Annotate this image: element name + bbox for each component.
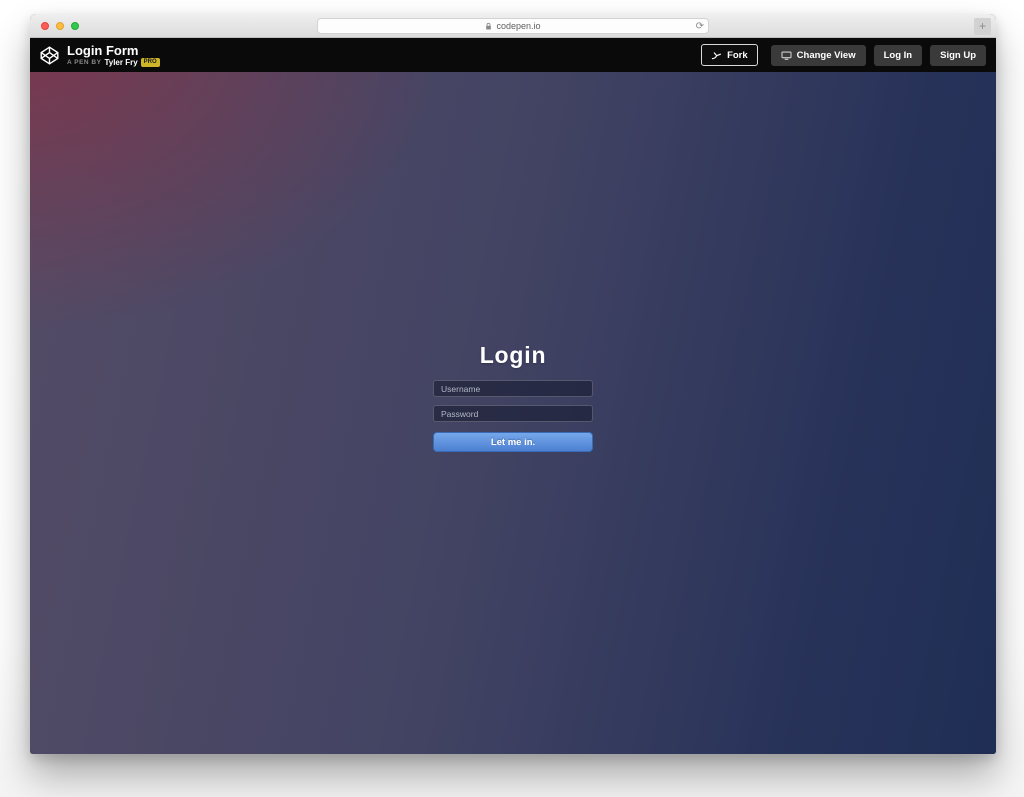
log-in-button[interactable]: Log In — [874, 45, 923, 66]
byline: A PEN BY Tyler Fry PRO — [67, 58, 160, 67]
pen-title: Login Form — [67, 44, 160, 57]
byline-prefix: A PEN BY — [67, 59, 101, 66]
let-me-in-button[interactable]: Let me in. — [433, 432, 593, 452]
codepen-header: Login Form A PEN BY Tyler Fry PRO Fork — [30, 38, 996, 72]
change-view-button[interactable]: Change View — [771, 45, 866, 66]
fork-label: Fork — [727, 51, 748, 60]
pen-identity: Login Form A PEN BY Tyler Fry PRO — [39, 44, 160, 67]
zoom-window-button[interactable] — [71, 22, 79, 30]
pen-result-stage: Login Let me in. — [30, 72, 996, 754]
change-view-label: Change View — [797, 51, 856, 60]
log-in-label: Log In — [884, 51, 913, 60]
address-bar[interactable]: codepen.io ⟳ — [317, 18, 709, 34]
new-tab-button[interactable]: + — [974, 18, 991, 35]
fork-button[interactable]: Fork — [701, 44, 758, 66]
minimize-window-button[interactable] — [56, 22, 64, 30]
codepen-logo-icon[interactable] — [39, 45, 60, 66]
close-window-button[interactable] — [41, 22, 49, 30]
browser-window: codepen.io ⟳ + Login Form A PEN BY Tyler… — [30, 14, 996, 754]
header-actions: Fork Change View Log In Sign Up — [701, 44, 986, 66]
url-text: codepen.io — [496, 21, 540, 31]
fork-icon — [711, 50, 722, 60]
monitor-icon — [781, 51, 792, 60]
sign-up-label: Sign Up — [940, 51, 976, 60]
pen-meta: Login Form A PEN BY Tyler Fry PRO — [67, 44, 160, 67]
author-link[interactable]: Tyler Fry — [104, 58, 137, 67]
username-input[interactable] — [433, 380, 593, 397]
padlock-icon — [485, 22, 492, 31]
reload-icon[interactable]: ⟳ — [696, 20, 704, 33]
sign-up-button[interactable]: Sign Up — [930, 45, 986, 66]
login-form: Login Let me in. — [433, 342, 593, 452]
login-heading: Login — [433, 342, 593, 369]
pro-badge: PRO — [141, 58, 160, 67]
password-input[interactable] — [433, 405, 593, 422]
browser-titlebar: codepen.io ⟳ + — [30, 14, 996, 38]
traffic-lights — [41, 22, 79, 30]
